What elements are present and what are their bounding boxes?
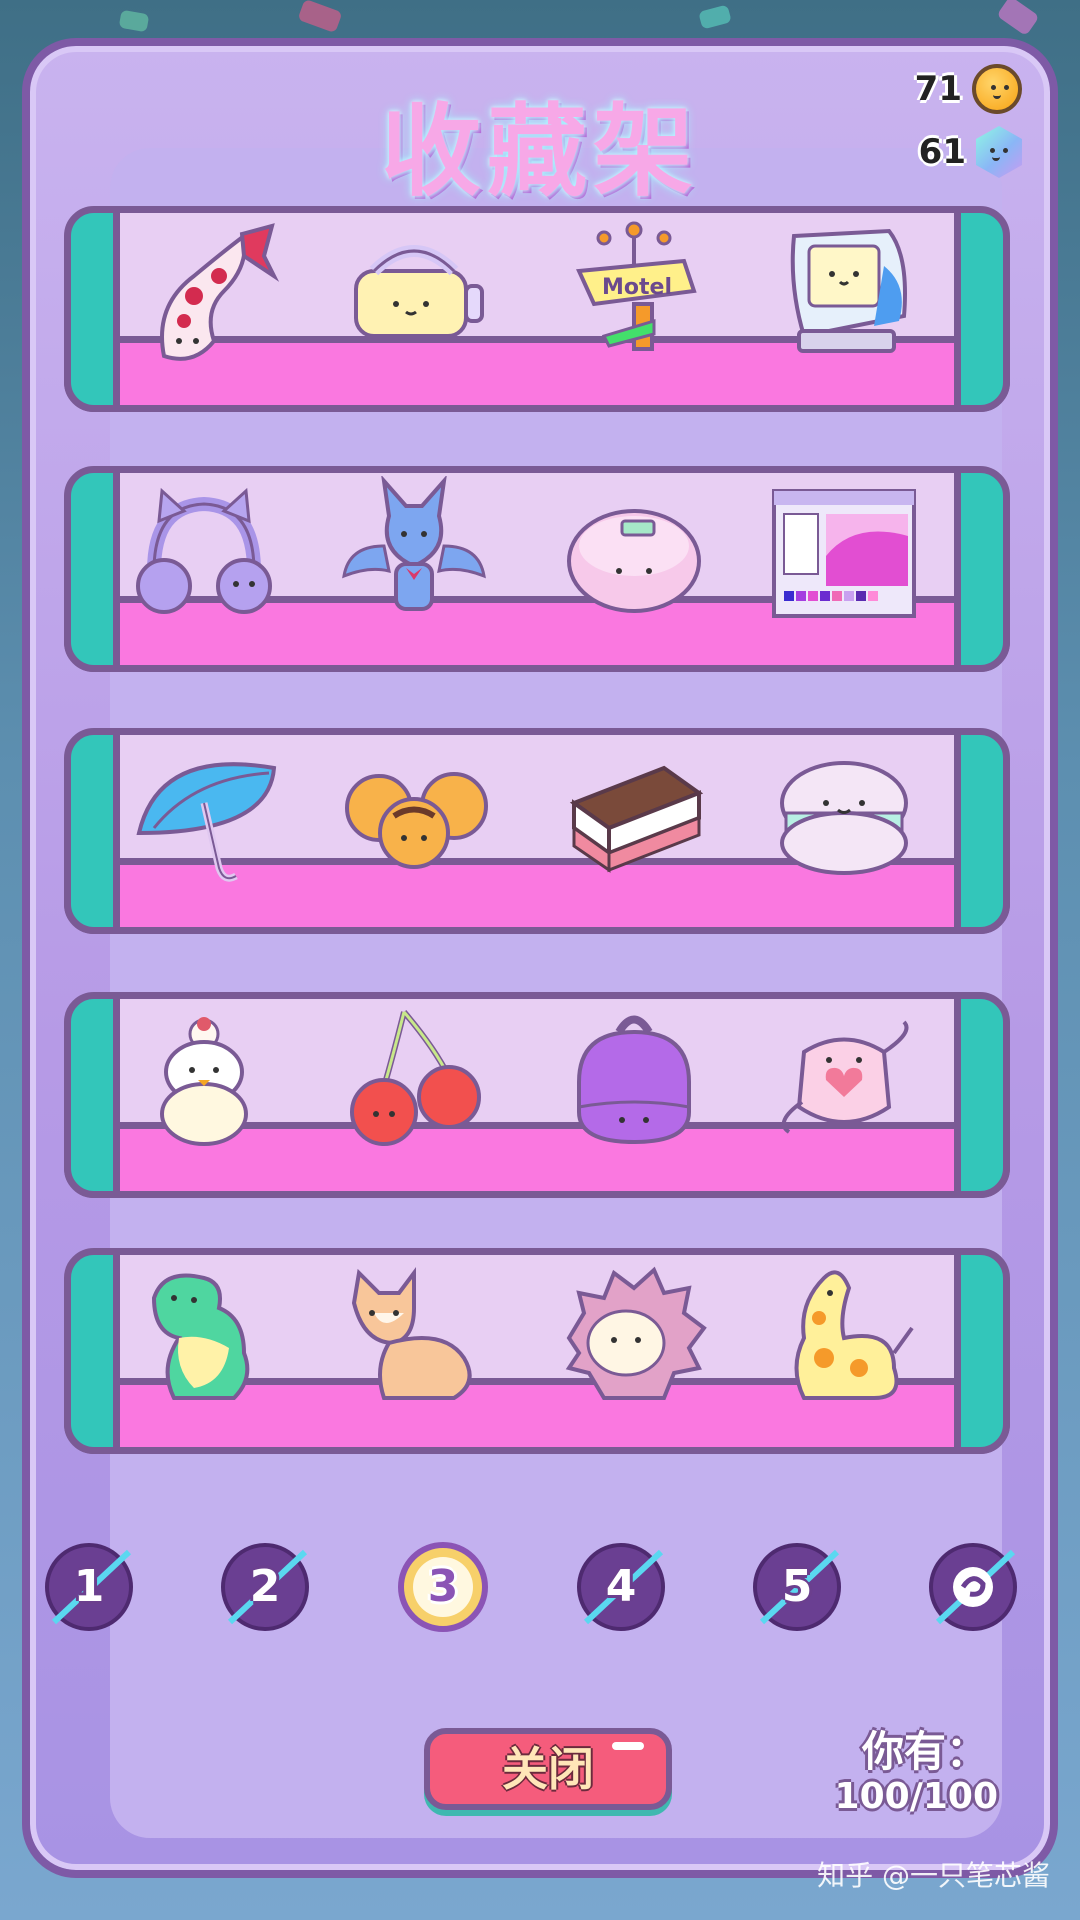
macaron-item[interactable] <box>764 738 924 888</box>
shelf-5 <box>64 1248 1010 1458</box>
bg-confetti-1 <box>297 0 343 34</box>
page-label-4: 4 <box>605 1561 637 1612</box>
ice-cream-sandwich-item[interactable] <box>554 738 714 888</box>
cd-player-item[interactable] <box>554 476 714 626</box>
takoyaki-item[interactable] <box>334 738 494 888</box>
shelf-1: Motel <box>64 206 1010 416</box>
swirl-icon <box>953 1567 993 1607</box>
motel-sign-item[interactable]: Motel <box>554 216 714 366</box>
page-label-2: 2 <box>249 1561 281 1612</box>
coin-purse-item[interactable] <box>554 1002 714 1152</box>
page-tab-5[interactable]: 5 <box>742 1532 852 1642</box>
umbrella-item[interactable] <box>124 738 284 888</box>
dinosaur-item[interactable] <box>124 1258 284 1408</box>
face-mask-item[interactable] <box>764 1002 924 1152</box>
bat-item[interactable] <box>334 474 494 626</box>
page-label-5: 5 <box>781 1561 813 1612</box>
cherries-item[interactable] <box>334 1002 494 1152</box>
coin-count: 71 <box>914 69 962 109</box>
page-tab-special[interactable] <box>918 1532 1028 1642</box>
page-tab-4[interactable]: 4 <box>566 1532 676 1642</box>
close-button[interactable]: 关闭 <box>424 1728 672 1810</box>
shelf-2 <box>64 466 1010 676</box>
giraffe-plush-item[interactable] <box>764 1258 924 1408</box>
snow-chick-item[interactable] <box>124 1002 284 1152</box>
paint-program-window-item[interactable] <box>764 476 924 626</box>
gem-count: 61 <box>918 132 966 172</box>
ferret-item[interactable] <box>334 1258 494 1408</box>
page-label-1: 1 <box>73 1561 105 1612</box>
owned-label: 你有： <box>861 1727 988 1776</box>
bg-confetti-2 <box>698 4 732 30</box>
shelf-3 <box>64 728 1010 938</box>
page-tab-3[interactable]: 3 <box>388 1532 498 1642</box>
vr-headset-item[interactable] <box>334 216 494 366</box>
motel-sign-text: Motel <box>602 275 672 300</box>
hedgehog-item[interactable] <box>554 1258 714 1408</box>
coin-icon <box>972 64 1022 114</box>
koi-fish-item[interactable] <box>124 216 284 366</box>
gem-icon <box>976 126 1022 178</box>
gem-counter: 61 <box>919 126 1022 178</box>
page-tab-1[interactable]: 1 <box>34 1532 144 1642</box>
bg-confetti-3 <box>996 0 1040 37</box>
close-button-label: 关闭 <box>502 1742 594 1796</box>
owned-count: 100/100 <box>834 1776 998 1817</box>
page-label-3: 3 <box>427 1561 459 1612</box>
retro-computer-item[interactable] <box>764 216 924 366</box>
bg-confetti-4 <box>118 9 150 33</box>
coin-counter: 71 <box>915 64 1022 114</box>
cat-ear-headphones-item[interactable] <box>124 476 284 626</box>
shelf-4 <box>64 992 1010 1202</box>
page-tab-2[interactable]: 2 <box>210 1532 320 1642</box>
watermark: 知乎 @一只笔芯酱 <box>817 1859 1050 1892</box>
